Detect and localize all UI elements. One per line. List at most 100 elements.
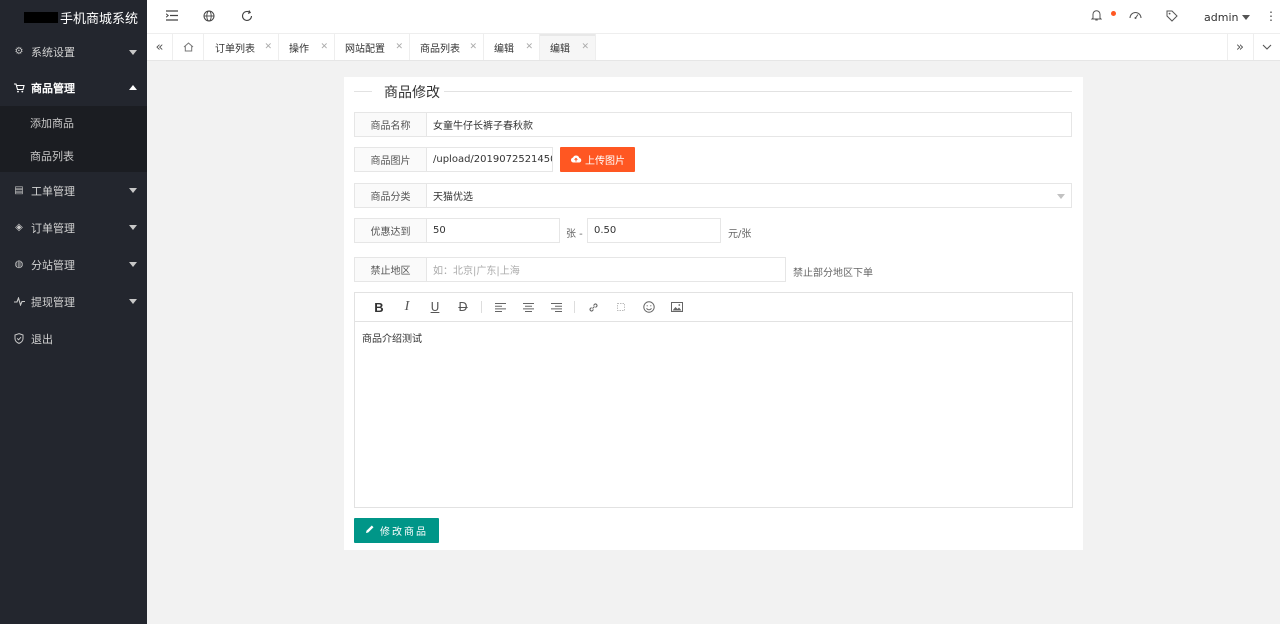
sidebar-item-add-product[interactable]: 添加商品 [0, 106, 147, 139]
close-icon[interactable]: ✕ [264, 42, 272, 52]
tag-icon[interactable] [1166, 10, 1178, 25]
tab-order-list[interactable]: 订单列表 ✕ [205, 34, 279, 60]
bell-icon[interactable] [1090, 9, 1103, 24]
underline-icon[interactable]: U [421, 300, 449, 314]
image-icon[interactable] [663, 302, 691, 312]
pulse-icon [13, 297, 25, 306]
sidebar-item-logout[interactable]: 退出 [0, 320, 147, 357]
tab-edit-active[interactable]: 编辑 ✕ [540, 34, 596, 60]
chevron-down-icon [129, 262, 137, 267]
sidebar-item-label: 工单管理 [31, 184, 75, 198]
tab-label: 编辑 [494, 43, 514, 55]
sidebar-item-label: 系统设置 [31, 45, 75, 59]
tab-label: 网站配置 [345, 43, 385, 55]
layers-icon: ◈ [15, 222, 23, 233]
sidebar-item-system-settings[interactable]: ⚙ 系统设置 [0, 34, 147, 69]
sidebar-item-product-management[interactable]: 商品管理 [0, 69, 147, 106]
sidebar-item-withdraw-management[interactable]: 提现管理 [0, 283, 147, 320]
strikethrough-icon[interactable]: D [449, 300, 477, 314]
scroll-left-icon[interactable]: « [147, 34, 173, 60]
forbidden-region-input[interactable]: 如：北京|广东|上海 [426, 257, 786, 282]
toolbar-divider [574, 301, 575, 313]
category-selected-value: 天猫优选 [433, 192, 473, 203]
emoji-icon[interactable] [635, 301, 663, 313]
chevron-down-icon[interactable] [1253, 34, 1280, 60]
form-title: 商品修改 [374, 82, 444, 102]
chevron-up-icon [129, 85, 137, 90]
submit-modify-button[interactable]: 修改商品 [354, 518, 439, 543]
menu-toggle-icon[interactable] [165, 10, 178, 24]
discount-quantity-input[interactable]: 50 [426, 218, 560, 243]
align-center-icon[interactable] [514, 302, 542, 312]
bold-icon[interactable]: B [365, 300, 393, 315]
tab-bar: « 订单列表 ✕ 操作 ✕ 网站配置 ✕ 商品列表 ✕ 编辑 ✕ 编辑 ✕ » [147, 34, 1280, 61]
user-menu[interactable]: admin [1204, 11, 1251, 24]
sidebar-item-substation-management[interactable]: ◍ 分站管理 [0, 246, 147, 283]
sidebar-item-product-list[interactable]: 商品列表 [0, 139, 147, 172]
sidebar-item-label: 添加商品 [30, 116, 74, 130]
select-arrow-icon [1057, 194, 1065, 199]
link-icon[interactable] [579, 302, 607, 313]
tab-site-config[interactable]: 网站配置 ✕ [335, 34, 410, 60]
discount-price-input[interactable]: 0.50 [587, 218, 721, 243]
italic-icon[interactable]: I [393, 299, 421, 315]
username: admin [1204, 11, 1239, 24]
unit-sheets-text: 张 - [566, 229, 583, 240]
close-icon[interactable]: ✕ [525, 42, 533, 52]
sidebar-item-order-management[interactable]: ◈ 订单管理 [0, 209, 147, 246]
gear-icon: ⚙ [14, 46, 24, 57]
sidebar-item-label: 分站管理 [31, 258, 75, 272]
product-name-input[interactable]: 女童牛仔长裤子春秋款 [426, 112, 1072, 137]
editor-content[interactable]: 商品介绍测试 [355, 322, 1072, 353]
sidebar-item-ticket-management[interactable]: ▤ 工单管理 [0, 172, 147, 209]
close-icon[interactable]: ✕ [469, 42, 477, 52]
unlink-icon[interactable] [607, 302, 635, 312]
image-label: 商品图片 [354, 147, 427, 172]
globe-icon[interactable] [203, 10, 215, 25]
rich-text-editor: B I U D 商品介绍测试 [354, 292, 1073, 508]
notification-dot [1111, 11, 1116, 16]
category-select[interactable]: 天猫优选 [426, 183, 1072, 208]
align-right-icon[interactable] [542, 302, 570, 312]
editor-toolbar: B I U D [355, 293, 1072, 322]
cart-icon [13, 82, 25, 93]
sidebar: 手机商城系统 ⚙ 系统设置 商品管理 添加商品 商品列表 ▤ 工单管理 ◈ 订单… [0, 0, 147, 624]
align-left-icon[interactable] [486, 302, 514, 312]
product-edit-card: 商品修改 商品名称 女童牛仔长裤子春秋款 商品图片 /upload/201907… [344, 77, 1083, 550]
upload-button-label: 上传图片 [585, 156, 625, 167]
pencil-icon [365, 524, 375, 537]
unit-price-text: 元/张 [728, 229, 752, 240]
shield-icon [13, 333, 25, 344]
category-label: 商品分类 [354, 183, 427, 208]
image-path-input[interactable]: /upload/20190725214503592 [426, 147, 553, 172]
scroll-right-icon[interactable]: » [1227, 34, 1252, 60]
upload-image-button[interactable]: 上传图片 [560, 147, 635, 172]
tab-operation[interactable]: 操作 ✕ [279, 34, 335, 60]
tab-label: 商品列表 [420, 43, 460, 55]
top-header: admin ⋮ [147, 0, 1280, 34]
home-icon[interactable] [174, 34, 204, 60]
sidebar-item-label: 订单管理 [31, 221, 75, 235]
close-icon[interactable]: ✕ [320, 42, 328, 52]
legend-rule-left [354, 91, 372, 92]
form-legend: 商品修改 [354, 80, 1072, 102]
caret-down-icon [1242, 15, 1251, 20]
discount-label: 优惠达到 [354, 218, 427, 243]
refresh-icon[interactable] [241, 10, 253, 25]
tab-product-list[interactable]: 商品列表 ✕ [410, 34, 484, 60]
chevron-down-icon [129, 50, 137, 55]
cloud-upload-icon [570, 153, 582, 166]
ticket-icon: ▤ [14, 185, 24, 196]
sidebar-item-label: 退出 [31, 332, 53, 346]
app-logo: 手机商城系统 [0, 0, 147, 34]
globe-icon: ◍ [14, 259, 24, 270]
more-icon[interactable]: ⋮ [1265, 9, 1277, 23]
tab-label: 操作 [289, 43, 309, 55]
close-icon[interactable]: ✕ [395, 42, 403, 52]
chevron-down-icon [129, 225, 137, 230]
tab-edit[interactable]: 编辑 ✕ [484, 34, 540, 60]
theme-icon[interactable] [1129, 10, 1142, 24]
name-label: 商品名称 [354, 112, 427, 137]
close-icon[interactable]: ✕ [581, 42, 589, 52]
sidebar-item-label: 商品管理 [31, 81, 75, 95]
